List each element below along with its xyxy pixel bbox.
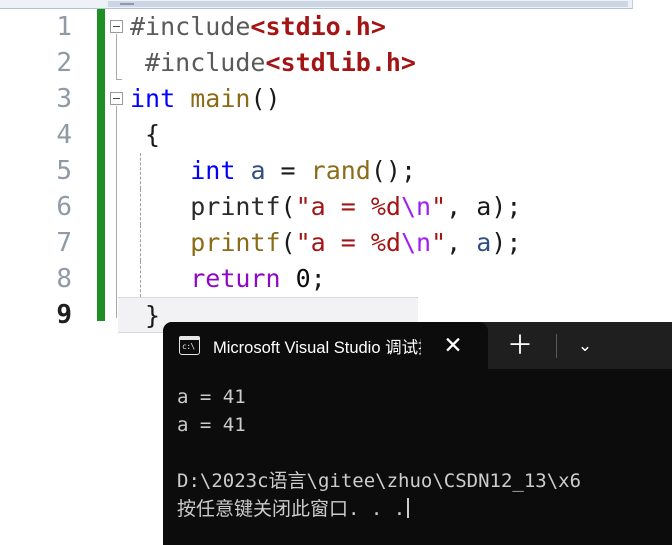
command-prompt-icon-text: c:\ [182, 342, 195, 351]
code-token: main [190, 84, 251, 113]
code-line-8[interactable]: return 0; [118, 261, 672, 297]
screenshot-root: 123456789 #include<stdio.h> #include<std… [0, 0, 672, 545]
code-line-3[interactable]: int main() [118, 81, 672, 117]
fold-connector-3 [116, 106, 117, 318]
line-number-6: 6 [56, 192, 72, 222]
code-token: a [476, 192, 492, 221]
code-line-5[interactable]: int a = rand(); [118, 153, 672, 189]
console-line: a = 41 [177, 414, 246, 436]
change-indicator-bar [97, 9, 105, 321]
code-token: ); [491, 192, 522, 221]
command-prompt-icon: c:\ [179, 336, 200, 355]
code-token: "a = %d [295, 228, 401, 257]
line-number-5: 5 [56, 156, 72, 186]
code-token: ); [491, 228, 522, 257]
scrollbar-corner [632, 0, 672, 9]
console-line: D:\2023c语言\gitee\zhuo\CSDN12_13\x6 [177, 470, 582, 492]
scrollbar-thumb[interactable] [108, 1, 628, 7]
code-token: " [431, 192, 447, 221]
indent-guide [140, 261, 141, 297]
line-number-3: 3 [56, 84, 72, 114]
code-token: printf [190, 228, 281, 257]
code-line-6[interactable]: printf("a = %d\n", a); [118, 189, 672, 225]
code-token: printf [190, 192, 281, 221]
code-token: #include [130, 12, 251, 41]
code-token: (); [370, 156, 417, 185]
console-tab-title: Microsoft Visual Studio 调试控 [213, 338, 421, 357]
code-token: () [250, 84, 281, 113]
code-token: a [476, 228, 492, 257]
code-token: ( [280, 228, 296, 257]
code-token: return [190, 264, 281, 293]
line-number-2: 2 [56, 48, 72, 78]
console-line: 按任意键关闭此窗口. . . [177, 495, 672, 523]
line-number-8: 8 [56, 264, 72, 294]
line-number-1: 1 [56, 12, 72, 42]
console-cursor [407, 498, 410, 518]
scrollbar-marker [120, 3, 134, 5]
code-token: ( [280, 192, 296, 221]
line-number-list: 1 2 3 4 5 6 7 8 9 [0, 9, 82, 333]
code-token: <stdio.h> [250, 12, 386, 41]
code-token: #include [130, 48, 266, 77]
code-token: , [446, 192, 477, 221]
line-number-7: 7 [56, 228, 72, 258]
fold-connector-1 [116, 34, 117, 79]
code-line-7[interactable]: printf("a = %d\n", a); [118, 225, 672, 261]
code-token: int [190, 156, 236, 185]
code-token: \n [400, 228, 432, 257]
indent-guide [140, 225, 141, 261]
code-token: , [446, 228, 477, 257]
indent-guide [140, 189, 141, 225]
code-token: } [130, 301, 161, 330]
line-number-gutter: 1 2 3 4 5 6 7 8 9 [0, 9, 97, 545]
code-token: "a = %d [295, 192, 401, 221]
code-token: ; [310, 264, 326, 293]
code-line-2[interactable]: #include<stdlib.h> [118, 45, 672, 81]
code-token: " [431, 228, 447, 257]
chevron-down-icon[interactable]: ⌄ [571, 333, 599, 359]
code-line-1[interactable]: #include<stdio.h> [118, 9, 672, 45]
code-content[interactable]: #include<stdio.h> #include<stdlib.h> int … [118, 9, 672, 333]
indent-guide [140, 153, 141, 189]
code-token: \n [400, 192, 432, 221]
code-token: int [130, 84, 176, 113]
console-output[interactable]: a = 41 a = 41 D:\2023c语言\gitee\zhuo\CSDN12… [163, 369, 672, 545]
new-tab-icon[interactable]: ＋ [506, 332, 534, 360]
code-token: a [250, 156, 266, 185]
console-line: a = 41 [177, 386, 246, 408]
code-token: <stdlib.h> [265, 48, 416, 77]
code-line-4[interactable]: { [118, 117, 672, 153]
code-token: rand [310, 156, 371, 185]
close-icon[interactable]: ✕ [440, 333, 466, 359]
horizontal-scrollbar[interactable] [0, 0, 672, 9]
debug-console-window: c:\ Microsoft Visual Studio 调试控 ✕ ＋ ⌄ a … [163, 322, 672, 545]
code-token: = [265, 156, 311, 185]
tab-separator [556, 334, 557, 358]
line-number-9: 9 [56, 300, 72, 330]
code-token: 0 [295, 264, 311, 293]
code-token: { [130, 120, 161, 149]
console-tab-bar: c:\ Microsoft Visual Studio 调试控 ✕ ＋ ⌄ [163, 322, 672, 369]
line-number-4: 4 [56, 120, 72, 150]
